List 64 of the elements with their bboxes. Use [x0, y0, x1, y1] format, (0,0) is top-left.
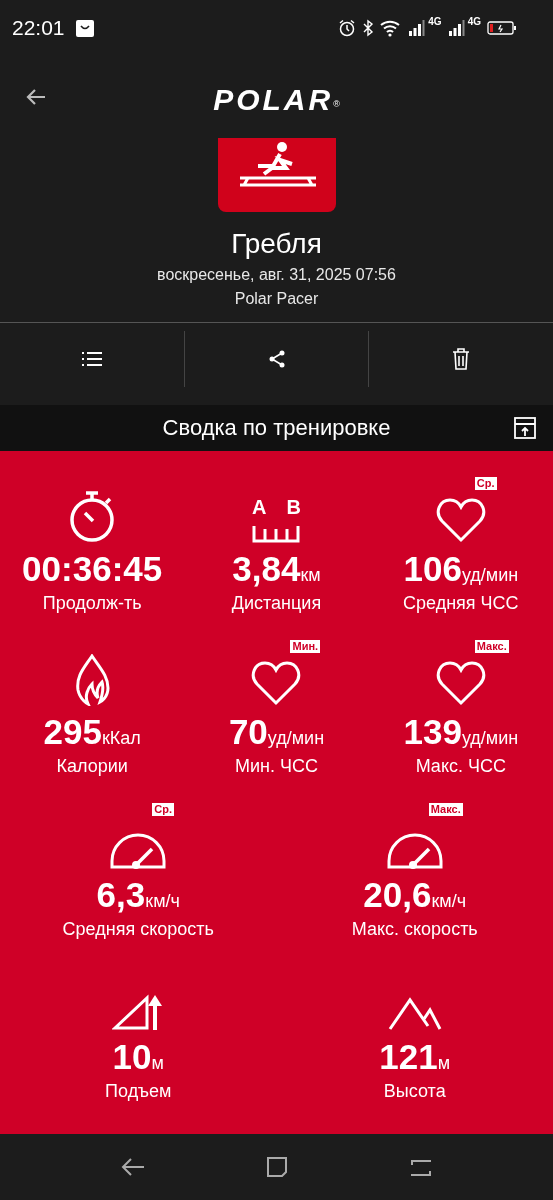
- battery-icon: [487, 19, 517, 36]
- network-label: 4G: [428, 16, 442, 27]
- list-icon: [80, 350, 103, 368]
- stat-value: 20,6: [363, 874, 432, 915]
- section-title: Сводка по тренировке: [162, 415, 391, 441]
- signal-icon: [447, 18, 466, 37]
- flame-icon: [74, 653, 111, 706]
- stat-value: 121: [379, 1037, 438, 1078]
- stat-value: 139: [403, 711, 462, 752]
- stat-label: Высота: [383, 1081, 446, 1103]
- stat-unit: м: [437, 1053, 451, 1075]
- stat-badge: Макс.: [428, 802, 463, 816]
- signal-icon: [408, 18, 427, 37]
- speedometer-icon: [110, 832, 167, 869]
- stat-value: 295: [43, 711, 102, 752]
- bag-icon: [74, 17, 95, 38]
- stat-label: Средняя ЧСС: [403, 593, 519, 614]
- stat-label: Средняя скорость: [62, 918, 214, 940]
- rowing-icon: [217, 138, 336, 212]
- heart-icon: [435, 497, 486, 543]
- home-icon[interactable]: [264, 1155, 289, 1179]
- stat-badge: Ср.: [152, 802, 174, 816]
- stat-unit: уд/мин: [267, 727, 325, 749]
- workout-date: воскресенье, авг. 31, 2025 07:56: [157, 266, 396, 284]
- stat-label: Макс. скорость: [351, 918, 478, 940]
- network-label: 4G: [467, 16, 481, 27]
- stopwatch-icon: [68, 491, 117, 543]
- stat-unit: км/ч: [145, 890, 180, 912]
- stat-badge: Макс.: [474, 639, 509, 653]
- back-icon[interactable]: [119, 1156, 146, 1178]
- alarm-icon: [338, 18, 357, 37]
- stat-label: Дистанция: [231, 593, 322, 614]
- stat-unit: уд/мин: [461, 727, 519, 749]
- brand-logo: POLAR: [213, 83, 334, 117]
- stat-unit: км: [300, 565, 321, 585]
- stat-value: 00:36:45: [22, 549, 163, 589]
- stat-unit: м: [151, 1053, 164, 1075]
- stat-label: Макс. ЧСС: [415, 755, 506, 777]
- stat-unit: уд/мин: [461, 565, 519, 586]
- stat-value: 3,84: [232, 549, 301, 589]
- stat-label: Подъем: [105, 1081, 172, 1103]
- heart-icon: [435, 659, 486, 706]
- registered-mark: ®: [333, 99, 340, 109]
- stat-label: Продолж-ть: [42, 593, 142, 614]
- heart-icon: [251, 659, 302, 706]
- trash-icon: [452, 348, 471, 370]
- stat-label: Мин. ЧСС: [235, 755, 318, 777]
- mountain-icon: [387, 997, 442, 1032]
- bluetooth-icon: [362, 18, 375, 37]
- stat-unit: км/ч: [431, 890, 467, 912]
- device-name: Polar Pacer: [234, 290, 319, 308]
- stat-value: 70: [228, 711, 268, 752]
- stat-value: 6,3: [96, 874, 146, 915]
- layout-icon[interactable]: [513, 416, 537, 440]
- stat-value: 10: [112, 1037, 152, 1078]
- status-time: 22:01: [12, 15, 65, 40]
- stat-badge: Ср.: [474, 477, 497, 490]
- stat-label: Калории: [56, 755, 128, 777]
- ascent-icon: [112, 993, 165, 1032]
- stat-value: 106: [403, 549, 462, 589]
- stat-unit: кКал: [101, 727, 141, 749]
- workout-title: Гребля: [231, 228, 322, 260]
- speedometer-icon: [386, 832, 443, 869]
- stat-badge: Мин.: [290, 639, 321, 653]
